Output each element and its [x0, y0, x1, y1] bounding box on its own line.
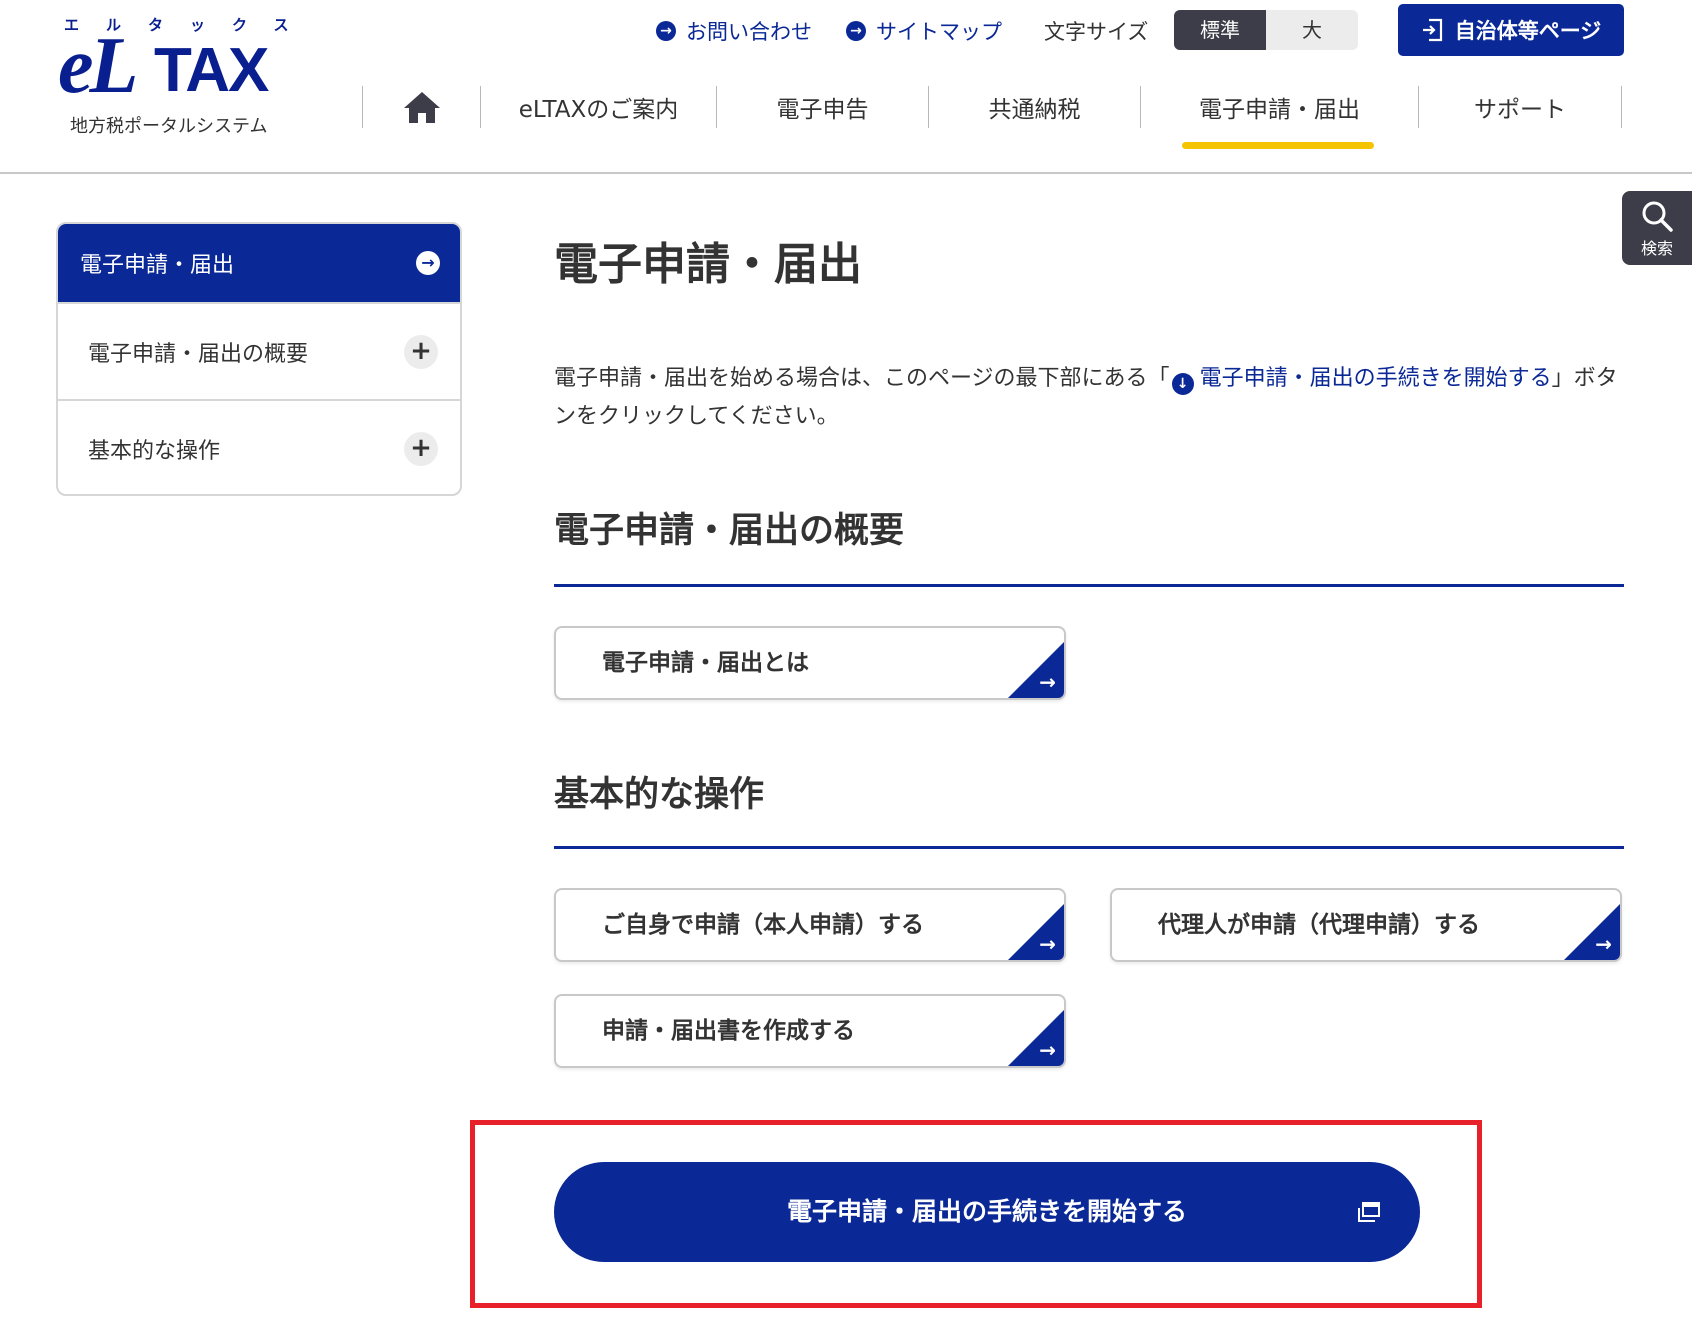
- section-title-overview: 電子申請・届出の概要: [554, 511, 905, 551]
- intro-text: 電子申請・届出を始める場合は、このページの最下部にある「 ↓ 電子申請・届出の手続き…: [554, 360, 1634, 436]
- logo-tax: TAX: [154, 36, 269, 105]
- sitemap-link[interactable]: → サイトマップ: [846, 14, 1002, 48]
- font-size-toggle: 標準 大: [1174, 10, 1358, 50]
- eltax-logo[interactable]: エルタックス eL TAX 地方税ポータルシステム: [58, 14, 298, 137]
- sidebar-header-label: 電子申請・届出: [80, 253, 235, 278]
- nav-active-indicator: [1182, 142, 1374, 149]
- search-label: 検索: [1640, 239, 1673, 258]
- arrow-right-icon: →: [1595, 932, 1612, 956]
- arrow-right-icon: →: [1039, 1038, 1056, 1062]
- section-divider: [554, 584, 1624, 587]
- nav-item-common-payment[interactable]: 共通納税: [928, 86, 1140, 128]
- sitemap-link-label: サイトマップ: [876, 20, 1002, 44]
- logo-subtitle: 地方税ポータルシステム: [70, 116, 268, 137]
- municipal-page-label: 自治体等ページ: [1454, 19, 1602, 43]
- page-title: 電子申請・届出: [554, 239, 862, 290]
- search-tab[interactable]: 検索: [1622, 191, 1692, 265]
- font-size-large-button[interactable]: 大: [1266, 10, 1358, 50]
- card-label: ご自身で申請（本人申請）する: [602, 912, 924, 938]
- card-label: 申請・届出書を作成する: [602, 1018, 855, 1044]
- nav-item-e-filing[interactable]: 電子申告: [716, 86, 928, 128]
- global-nav: eLTAXのご案内 電子申告 共通納税 電子申請・届出 サポート: [362, 86, 1622, 128]
- circle-arrow-right-icon: →: [656, 21, 676, 41]
- sidebar-item-overview[interactable]: 電子申請・届出の概要 +: [58, 302, 460, 399]
- nav-home[interactable]: [362, 86, 480, 128]
- circle-arrow-right-icon: →: [846, 21, 866, 41]
- circle-arrow-right-icon: →: [416, 251, 440, 275]
- contact-link[interactable]: → お問い合わせ: [656, 14, 812, 48]
- sidebar-item-label: 電子申請・届出の概要: [88, 341, 309, 367]
- arrow-right-icon: →: [1039, 670, 1056, 694]
- circle-arrow-down-icon: ↓: [1171, 373, 1194, 395]
- sidebar-item-basic-operations[interactable]: 基本的な操作 +: [58, 399, 460, 494]
- sidebar-item-label: 基本的な操作: [88, 438, 221, 464]
- site-header: エルタックス eL TAX 地方税ポータルシステム → お問い合わせ → サイト…: [0, 0, 1692, 174]
- nav-item-about[interactable]: eLTAXのご案内: [480, 86, 716, 128]
- contact-link-label: お問い合わせ: [686, 20, 812, 44]
- card-label: 電子申請・届出とは: [602, 650, 809, 676]
- login-door-icon: [1422, 18, 1442, 42]
- section-divider: [554, 846, 1624, 849]
- card-what-is-e-application[interactable]: 電子申請・届出とは →: [554, 626, 1066, 700]
- start-procedure-label: 電子申請・届出の手続きを開始する: [786, 1197, 1187, 1226]
- logo-mark: eL: [58, 22, 138, 110]
- font-size-standard-button[interactable]: 標準: [1174, 10, 1266, 50]
- card-create-form[interactable]: 申請・届出書を作成する →: [554, 994, 1066, 1068]
- municipal-page-button[interactable]: 自治体等ページ: [1398, 4, 1624, 56]
- nav-item-support[interactable]: サポート: [1418, 86, 1622, 128]
- font-size-label: 文字サイズ: [1044, 20, 1149, 44]
- start-anchor-link-label: 電子申請・届出の手続きを開始する: [1199, 366, 1552, 391]
- card-self-application[interactable]: ご自身で申請（本人申請）する →: [554, 888, 1066, 962]
- intro-text-before: 電子申請・届出を始める場合は、このページの最下部にある「: [554, 366, 1170, 391]
- new-window-icon: [1358, 1202, 1380, 1222]
- card-label: 代理人が申請（代理申請）する: [1158, 912, 1480, 938]
- home-icon: [403, 92, 440, 123]
- sidebar-header[interactable]: 電子申請・届出 →: [58, 224, 460, 302]
- plus-icon[interactable]: +: [404, 334, 438, 369]
- sidebar: 電子申請・届出 → 電子申請・届出の概要 + 基本的な操作 +: [56, 222, 462, 496]
- plus-icon[interactable]: +: [404, 431, 438, 466]
- arrow-right-icon: →: [1039, 932, 1056, 956]
- start-anchor-link[interactable]: ↓ 電子申請・届出の手続きを開始する: [1170, 366, 1552, 395]
- card-proxy-application[interactable]: 代理人が申請（代理申請）する →: [1110, 888, 1622, 962]
- search-icon: [1642, 201, 1673, 232]
- nav-item-e-application[interactable]: 電子申請・届出: [1140, 86, 1418, 128]
- section-title-basic-operations: 基本的な操作: [554, 775, 765, 815]
- start-procedure-button[interactable]: 電子申請・届出の手続きを開始する: [554, 1162, 1420, 1262]
